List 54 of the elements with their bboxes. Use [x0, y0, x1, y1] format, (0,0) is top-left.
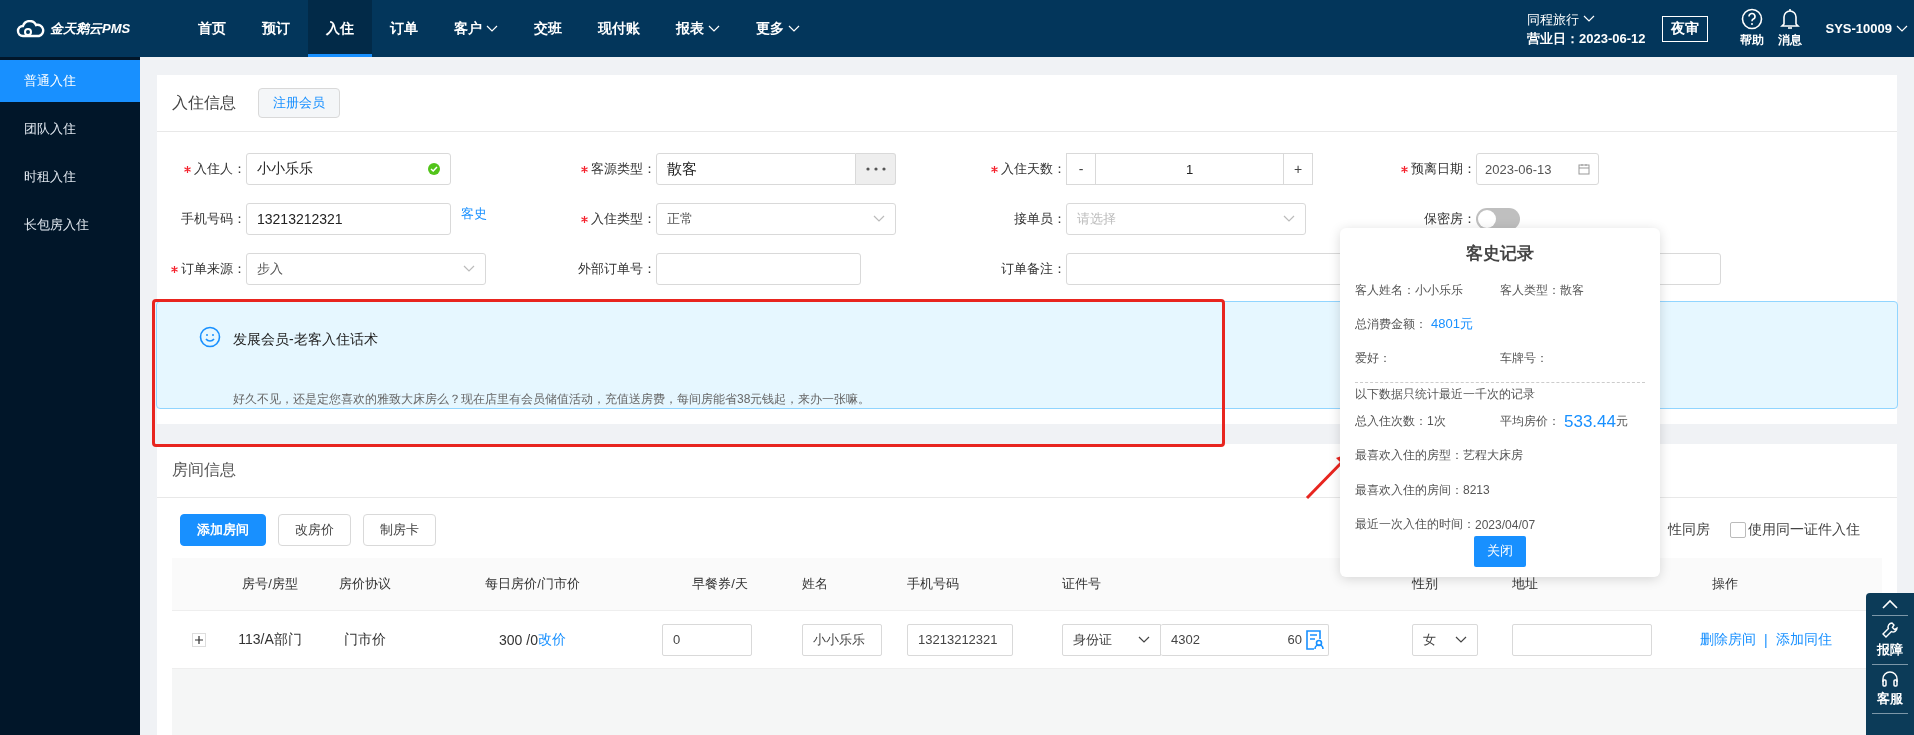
business-date: 营业日：2023-06-12 — [1527, 29, 1646, 48]
column-header: 性别 — [1411, 575, 1439, 593]
info-value: 4801元 — [1431, 315, 1473, 334]
brand-name: 金天鹅云PMS — [50, 19, 131, 38]
column-header: 地址 — [1511, 575, 1539, 593]
field-label: 入住天数： — [1001, 160, 1066, 178]
table-cell: 113/A部门 — [238, 630, 302, 649]
unit-label: 元 — [1616, 413, 1628, 431]
field-label: 订单来源： — [181, 260, 246, 278]
section-title: 入住信息 — [172, 92, 236, 113]
column-header: 房号/房型 — [241, 575, 299, 593]
info-value: 1次 — [1427, 413, 1446, 431]
column-header: 房价协议 — [338, 575, 392, 593]
column-header: 姓名 — [801, 575, 829, 593]
field-label: 客源类型： — [591, 160, 656, 178]
alert-message: 好久不见，还是定您喜欢的雅致大床房么？现在店里有会员储值活动，充值送房费，每间房能省38元钱起，来办一张嘛。 — [233, 391, 871, 408]
info-value: 艺程大床房 — [1463, 447, 1523, 465]
option-label: 性同房 — [1668, 521, 1710, 539]
info-value: 小小乐乐 — [1415, 281, 1463, 299]
column-header: 操作 — [1711, 575, 1739, 593]
id-number-end: 60 — [1287, 632, 1302, 647]
info-label: 车牌号： — [1500, 350, 1548, 368]
info-label: 客人类型： — [1500, 281, 1560, 299]
field-label: 保密房： — [1424, 210, 1476, 228]
column-header: 每日房价/门市价 — [484, 575, 581, 593]
info-label: 客人姓名： — [1355, 281, 1415, 299]
info-label: 总入住次数： — [1355, 413, 1427, 431]
info-label: 最喜欢入住的房型： — [1355, 447, 1463, 465]
column-header: 手机号码 — [906, 575, 960, 593]
info-value: 散客 — [1560, 281, 1584, 299]
popup-title: 客史记录 — [1465, 243, 1535, 265]
info-label: 爱好： — [1355, 350, 1391, 368]
info-value: 533.44 — [1564, 411, 1616, 432]
info-label: 最近一次入住的时间： — [1355, 516, 1475, 533]
field-label: 入住类型： — [591, 210, 656, 228]
column-header: 早餐券/天 — [691, 575, 749, 593]
stats-note: 以下数据只统计最近一千次的记录 — [1355, 386, 1536, 404]
field-label: 接单员： — [1014, 210, 1066, 228]
table-cell: 300 /0 — [499, 631, 538, 648]
field-label: 预离日期： — [1411, 160, 1476, 178]
info-label: 平均房价： — [1500, 413, 1560, 431]
field-label: 外部订单号： — [578, 260, 656, 278]
field-label: 订单备注： — [1001, 260, 1066, 278]
info-value: 2023/04/07 — [1475, 517, 1536, 532]
info-value: 8213 — [1463, 483, 1490, 498]
field-label: 手机号码： — [181, 210, 246, 228]
field-label: 入住人： — [194, 160, 246, 178]
info-label: 总消费金额： — [1355, 315, 1427, 333]
column-header: 证件号 — [1061, 575, 1102, 593]
separator: | — [1764, 631, 1768, 648]
alert-title: 发展会员-老客入住话术 — [233, 331, 379, 349]
section-title: 房间信息 — [172, 460, 236, 480]
info-label: 最喜欢入住的房间： — [1355, 481, 1463, 499]
table-cell: 门市价 — [344, 630, 386, 649]
